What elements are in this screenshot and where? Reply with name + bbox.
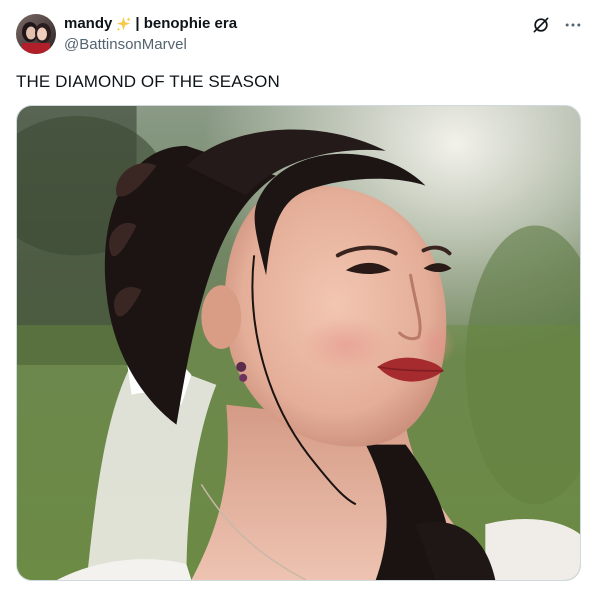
tweet-top-actions (531, 14, 583, 36)
display-name-first[interactable]: mandy (64, 14, 112, 34)
more-dots-icon[interactable] (563, 15, 583, 35)
user-handle[interactable]: @BattinsonMarvel (64, 36, 187, 54)
avatar[interactable] (16, 14, 56, 54)
photo-bride-looking-up (17, 106, 580, 580)
tweet-text: THE DIAMOND OF THE SEASON (16, 72, 280, 91)
tweet-media-photo[interactable] (16, 105, 581, 581)
display-name-second[interactable]: | benophie era (135, 14, 237, 34)
avatar-photo (16, 14, 56, 54)
sparkles-icon (115, 16, 132, 33)
grok-icon[interactable] (531, 15, 551, 35)
tweet-card: mandy | benophie era @BattinsonMarvel TH… (0, 0, 599, 597)
author-name-row[interactable]: mandy | benophie era (64, 14, 237, 34)
